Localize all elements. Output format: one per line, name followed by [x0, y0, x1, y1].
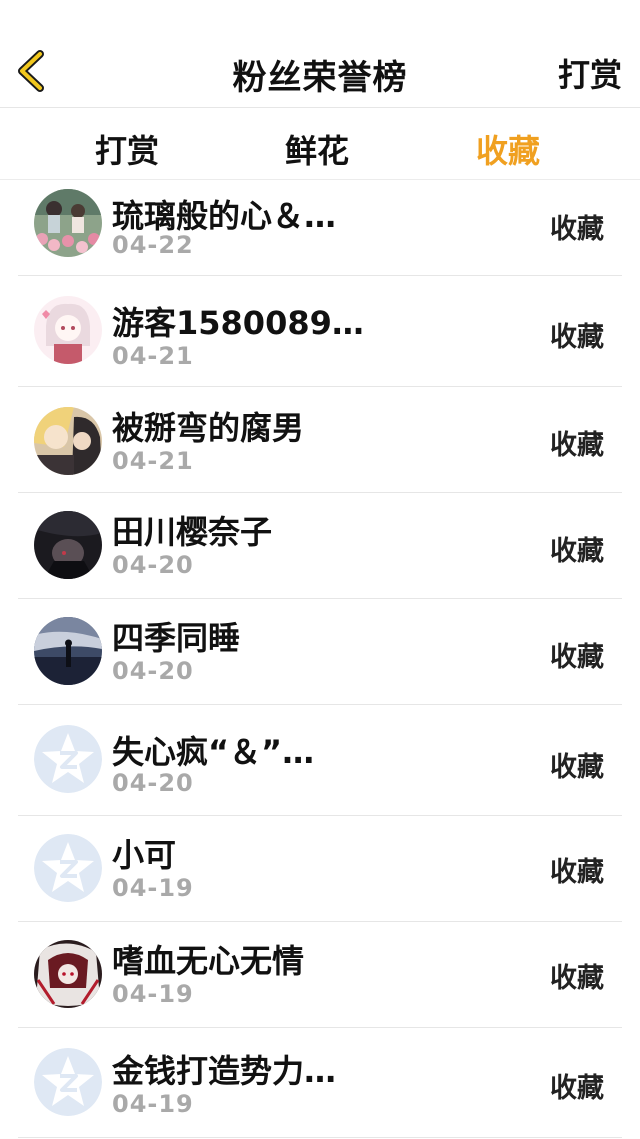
tab-bar: 打赏 鲜花 收藏 — [0, 108, 640, 180]
row-date: 04-20 — [112, 657, 194, 685]
row-action-label: 收藏 — [550, 1073, 604, 1104]
row-action-label: 收藏 — [550, 214, 604, 245]
row-action-label: 收藏 — [550, 536, 604, 567]
row-date: 04-20 — [112, 769, 194, 797]
page-title: 粉丝荣誉榜 — [232, 58, 408, 98]
row-action-label: 收藏 — [550, 322, 604, 353]
tab-flowers[interactable]: 鲜花 — [285, 126, 349, 172]
list-item[interactable]: 被掰弯的腐男 04-21 收藏 — [0, 387, 640, 493]
row-date: 04-19 — [112, 1090, 194, 1118]
user-name: 田川樱奈子 — [112, 513, 273, 551]
avatar — [34, 940, 102, 1008]
list-item[interactable]: 失心疯“＆”… 04-20 收藏 — [0, 705, 640, 816]
default-star-icon — [34, 725, 102, 793]
list-item[interactable]: 琉璃般的心＆… 04-22 收藏 — [0, 181, 640, 276]
list-item[interactable]: 四季同睡 04-20 收藏 — [0, 599, 640, 705]
tab-tip[interactable]: 打赏 — [95, 126, 159, 172]
avatar — [34, 834, 102, 902]
row-date: 04-19 — [112, 980, 194, 1008]
avatar — [34, 407, 102, 475]
list-item[interactable]: 田川樱奈子 04-20 收藏 — [0, 493, 640, 599]
list-item[interactable]: 游客1580089… 04-21 收藏 — [0, 276, 640, 387]
row-action-label: 收藏 — [550, 430, 604, 461]
user-name: 嗜血无心无情 — [112, 942, 305, 980]
row-date: 04-19 — [112, 874, 194, 902]
header-bar: 粉丝荣誉榜 打赏 — [0, 0, 640, 108]
row-date: 04-20 — [112, 551, 194, 579]
default-star-icon — [34, 1048, 102, 1116]
list-item[interactable]: 金钱打造势力… 04-19 收藏 — [0, 1028, 640, 1138]
tip-button[interactable]: 打赏 — [558, 50, 622, 96]
row-action-label: 收藏 — [550, 752, 604, 783]
avatar — [34, 617, 102, 685]
avatar — [34, 511, 102, 579]
row-action-label: 收藏 — [550, 963, 604, 994]
row-date: 04-21 — [112, 342, 194, 370]
avatar — [34, 1048, 102, 1116]
user-name: 四季同睡 — [112, 619, 241, 657]
row-date: 04-22 — [112, 231, 194, 259]
row-action-label: 收藏 — [550, 857, 604, 888]
divider — [18, 1137, 622, 1138]
row-action-label: 收藏 — [550, 642, 604, 673]
list-item[interactable]: 嗜血无心无情 04-19 收藏 — [0, 922, 640, 1028]
user-name: 失心疯“＆”… — [112, 733, 315, 771]
user-name: 金钱打造势力… — [112, 1052, 337, 1090]
row-date: 04-21 — [112, 447, 194, 475]
avatar — [34, 189, 102, 257]
user-name: 被掰弯的腐男 — [112, 409, 305, 447]
tab-favorites[interactable]: 收藏 — [476, 126, 540, 172]
user-name: 游客1580089… — [112, 304, 364, 342]
user-name: 小可 — [112, 836, 177, 874]
avatar — [34, 296, 102, 364]
avatar — [34, 725, 102, 793]
default-star-icon — [34, 834, 102, 902]
list-item[interactable]: 小可 04-19 收藏 — [0, 816, 640, 922]
